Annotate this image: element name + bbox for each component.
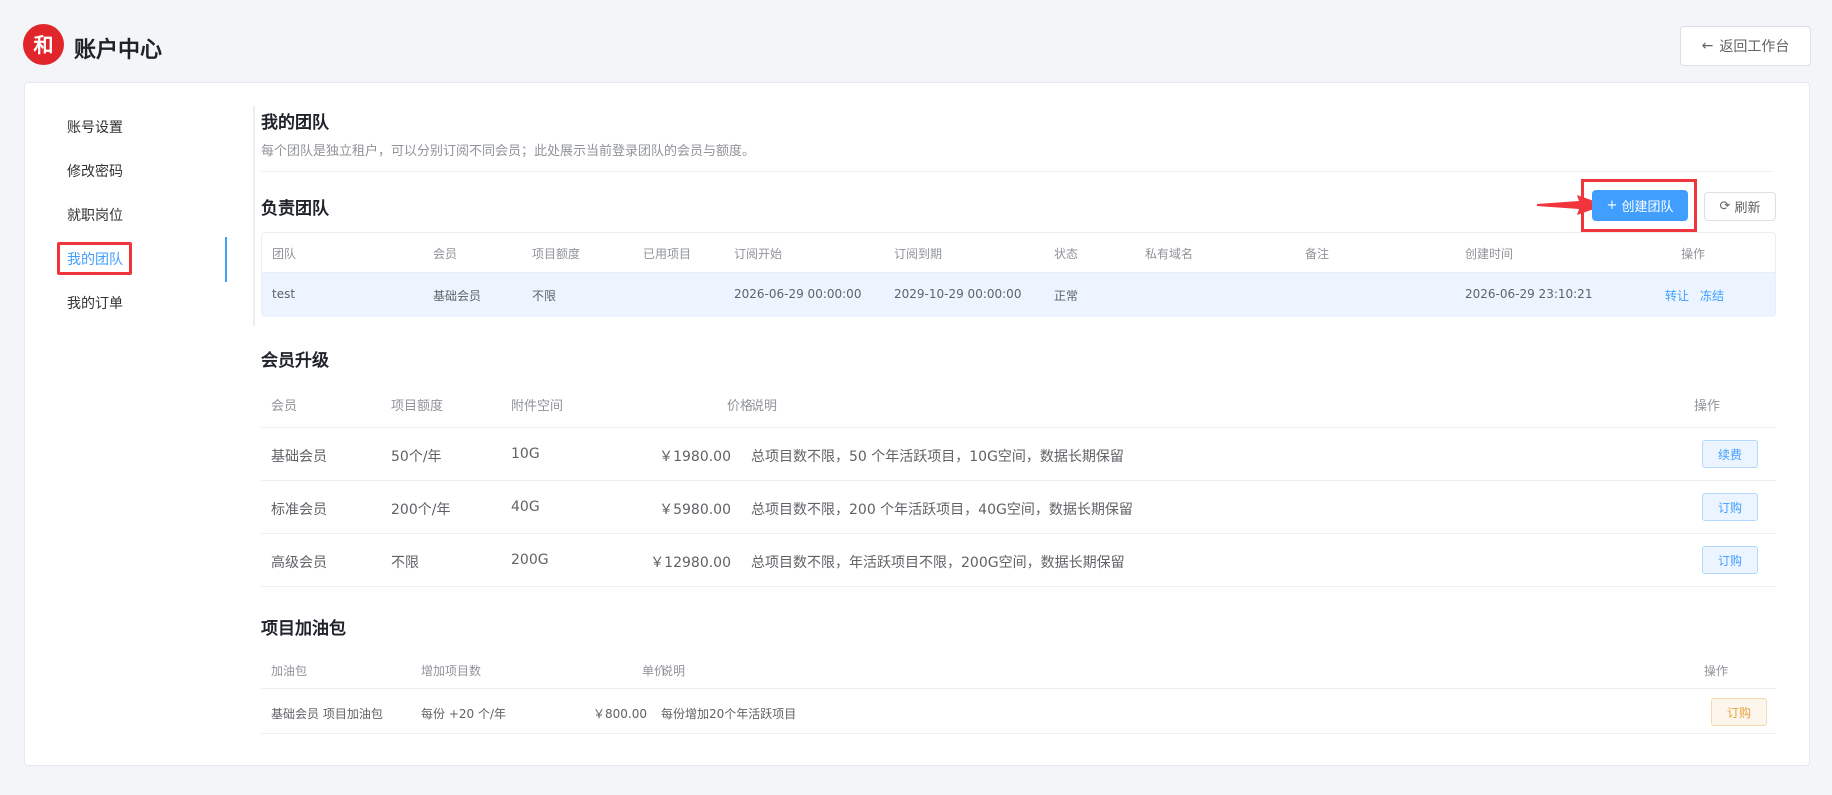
- refresh-icon: ⟳: [1719, 199, 1731, 214]
- column-header: 操作: [1681, 247, 1706, 261]
- column-header: 已用项目: [643, 247, 692, 261]
- row-divider: [261, 427, 1776, 428]
- sidebar-item-my-team[interactable]: 我的团队: [67, 249, 123, 271]
- teams-section-title: 负责团队: [261, 199, 329, 219]
- row-divider: [261, 533, 1776, 534]
- active-indicator: [225, 237, 227, 282]
- divider: [261, 171, 1773, 172]
- column-header: 团队: [272, 247, 297, 261]
- membership-quota: 不限: [391, 555, 419, 571]
- membership-quota: 200个/年: [391, 502, 451, 518]
- column-header: 订阅开始: [734, 247, 783, 261]
- membership-price: ￥5980.00: [659, 502, 731, 518]
- column-header: 操作: [1694, 399, 1721, 414]
- membership-price: ￥12980.00: [650, 555, 731, 571]
- account-card: 账号设置 修改密码 就职岗位 我的团队 我的订单 我的团队 每个团队是独立租户，…: [24, 82, 1810, 766]
- membership-desc: 总项目数不限，200 个年活跃项目，40G空间，数据长期保留: [751, 502, 1133, 518]
- renew-button[interactable]: 续费: [1702, 440, 1758, 468]
- column-header: 会员: [271, 399, 298, 414]
- page-description: 每个团队是独立租户，可以分别订阅不同会员；此处展示当前登录团队的会员与额度。: [261, 144, 756, 159]
- membership-name: 标准会员: [271, 502, 327, 518]
- table-header-row: 团队 会员 项目额度 已用项目 订阅开始 订阅到期 状态 私有域名 备注 创建时…: [262, 233, 1775, 273]
- sidebar-item-position[interactable]: 就职岗位: [67, 205, 123, 227]
- plus-icon: +: [1606, 198, 1618, 213]
- team-start: 2026-06-29 00:00:00: [734, 287, 862, 301]
- addon-desc: 每份增加20个年活跃项目: [661, 707, 797, 721]
- teams-table: 团队 会员 项目额度 已用项目 订阅开始 订阅到期 状态 私有域名 备注 创建时…: [261, 232, 1776, 317]
- create-team-label: 创建团队: [1621, 200, 1674, 215]
- column-header: 备注: [1305, 247, 1330, 261]
- column-header: 创建时间: [1465, 247, 1514, 261]
- sidebar-item-change-password[interactable]: 修改密码: [67, 161, 123, 183]
- membership-desc: 总项目数不限，50 个年活跃项目，10G空间，数据长期保留: [751, 449, 1124, 465]
- column-header: 说明: [751, 399, 778, 414]
- membership-space: 10G: [511, 446, 540, 462]
- membership-price: ￥1980.00: [659, 449, 731, 465]
- team-quota: 不限: [532, 289, 557, 303]
- membership-space: 200G: [511, 552, 549, 568]
- order-addon-button[interactable]: 订购: [1711, 698, 1767, 726]
- logo-text: 和: [33, 32, 54, 57]
- sidebar-item-my-orders[interactable]: 我的订单: [67, 293, 123, 315]
- column-header: 说明: [661, 664, 686, 678]
- team-name: test: [272, 287, 296, 301]
- page-title: 我的团队: [261, 113, 329, 133]
- transfer-link[interactable]: 转让: [1665, 287, 1689, 304]
- freeze-link[interactable]: 冻结: [1700, 287, 1724, 304]
- column-header: 订阅到期: [894, 247, 943, 261]
- brand-logo: 和: [23, 24, 64, 65]
- arrow-left-icon: ←: [1701, 38, 1714, 54]
- membership-quota: 50个/年: [391, 449, 442, 465]
- membership-name: 高级会员: [271, 555, 327, 571]
- membership-name: 基础会员: [271, 449, 327, 465]
- order-premium-button[interactable]: 订购: [1702, 546, 1758, 574]
- sidebar-item-account-settings[interactable]: 账号设置: [67, 117, 123, 139]
- top-bar: 和 账户中心 ← 返回工作台: [0, 0, 1832, 82]
- back-to-workbench-button[interactable]: ← 返回工作台: [1680, 26, 1811, 66]
- create-team-button[interactable]: + 创建团队: [1592, 190, 1688, 221]
- row-divider: [261, 688, 1776, 689]
- addon-section-title: 项目加油包: [261, 619, 346, 639]
- membership-desc: 总项目数不限，年活跃项目不限，200G空间，数据长期保留: [751, 555, 1125, 571]
- order-standard-button[interactable]: 订购: [1702, 493, 1758, 521]
- column-header: 附件空间: [511, 399, 564, 414]
- app-title: 账户中心: [74, 38, 163, 63]
- addon-price: ￥800.00: [593, 707, 647, 721]
- back-button-label: 返回工作台: [1719, 39, 1790, 55]
- addon-name: 基础会员 项目加油包: [271, 707, 383, 721]
- row-divider: [261, 733, 1776, 734]
- membership-section-title: 会员升级: [261, 351, 329, 371]
- row-divider: [261, 586, 1776, 587]
- addon-count: 每份 +20 个/年: [421, 707, 506, 721]
- team-status: 正常: [1054, 289, 1079, 303]
- table-row: test 基础会员 不限 2026-06-29 00:00:00 2029-10…: [262, 273, 1775, 317]
- column-header: 状态: [1054, 247, 1079, 261]
- team-member: 基础会员: [433, 289, 482, 303]
- refresh-label: 刷新: [1734, 201, 1761, 216]
- refresh-button[interactable]: ⟳ 刷新: [1704, 192, 1776, 221]
- column-header: 项目额度: [391, 399, 444, 414]
- column-header: 操作: [1704, 664, 1729, 678]
- column-header: 项目额度: [532, 247, 581, 261]
- team-end: 2029-10-29 00:00:00: [894, 287, 1022, 301]
- row-divider: [261, 480, 1776, 481]
- column-header: 加油包: [271, 664, 308, 678]
- column-header: 增加项目数: [421, 664, 482, 678]
- main-content: 我的团队 每个团队是独立租户，可以分别订阅不同会员；此处展示当前登录团队的会员与…: [261, 83, 1776, 767]
- column-header: 价格: [727, 399, 754, 414]
- column-header: 会员: [433, 247, 458, 261]
- membership-space: 40G: [511, 499, 540, 515]
- team-created: 2026-06-29 23:10:21: [1465, 287, 1593, 301]
- column-header: 私有域名: [1145, 247, 1194, 261]
